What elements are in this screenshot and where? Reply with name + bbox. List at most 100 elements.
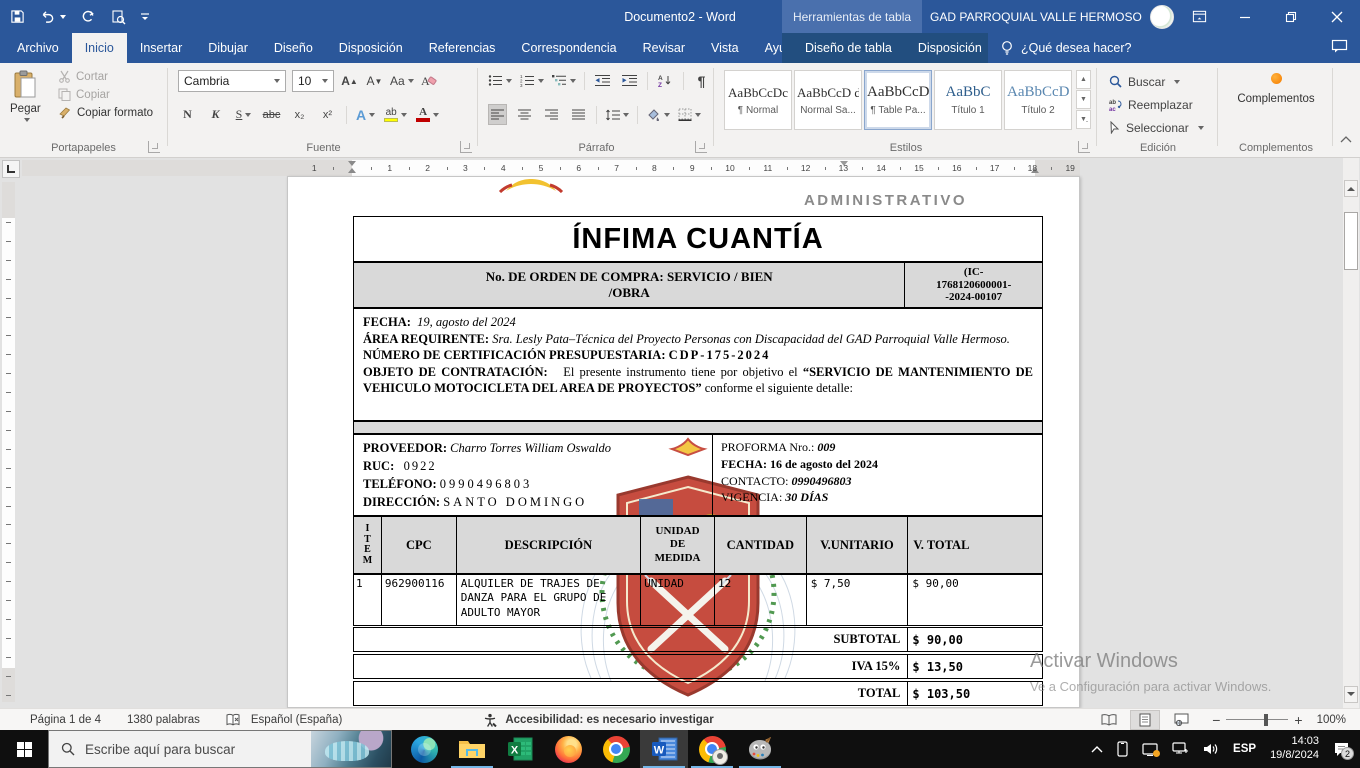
web-layout-button[interactable] xyxy=(1166,710,1196,730)
your-phone-icon[interactable] xyxy=(1117,741,1128,757)
save-icon[interactable] xyxy=(10,9,25,24)
taskbar-chrome-profile-icon[interactable] xyxy=(688,730,736,768)
notification-center-icon[interactable]: 2 xyxy=(1333,741,1350,757)
line-spacing-button[interactable] xyxy=(605,104,629,125)
volume-icon[interactable] xyxy=(1203,742,1219,756)
tell-me-box[interactable]: ¿Qué desea hacer? xyxy=(1000,33,1132,63)
horizontal-ruler[interactable]: 112345678910111213141516171819 xyxy=(22,160,1080,176)
print-preview-icon[interactable] xyxy=(110,9,126,25)
clipboard-dialog-launcher[interactable] xyxy=(148,141,160,153)
taskbar-explorer-icon[interactable] xyxy=(448,730,496,768)
taskbar-firefox-icon[interactable] xyxy=(544,730,592,768)
tab-dibujar[interactable]: Dibujar xyxy=(195,33,261,63)
paste-button[interactable]: Pegar xyxy=(10,70,41,122)
strikethrough-button[interactable]: abc xyxy=(262,104,281,125)
taskbar-word-icon[interactable]: W xyxy=(640,730,688,768)
word-count[interactable]: 1380 palabras xyxy=(127,714,200,726)
taskbar-chrome-icon[interactable] xyxy=(592,730,640,768)
accessibility-status[interactable]: Accesibilidad: es necesario investigar xyxy=(505,714,713,726)
start-button[interactable] xyxy=(0,730,48,768)
subscript-button[interactable]: x₂ xyxy=(290,104,309,125)
scroll-down-button[interactable] xyxy=(1344,686,1358,703)
style-normal-sa[interactable]: AaBbCcD dENormal Sa... xyxy=(794,70,862,130)
shading-button[interactable] xyxy=(646,104,670,125)
tab-revisar[interactable]: Revisar xyxy=(630,33,698,63)
find-button[interactable]: Buscar xyxy=(1109,71,1180,92)
tray-chevron-icon[interactable] xyxy=(1091,745,1103,753)
align-left-button[interactable] xyxy=(488,104,507,125)
vertical-ruler[interactable] xyxy=(2,182,15,702)
hanging-indent-marker[interactable] xyxy=(348,168,356,173)
increase-indent-icon[interactable] xyxy=(620,70,639,91)
tab-stop-selector[interactable] xyxy=(2,160,20,178)
shrink-font-button[interactable]: A▼ xyxy=(365,71,384,92)
select-button[interactable]: Seleccionar xyxy=(1109,117,1204,138)
read-mode-button[interactable] xyxy=(1094,710,1124,730)
borders-button[interactable] xyxy=(678,104,701,125)
taskbar-search-box[interactable]: Escribe aquí para buscar xyxy=(48,730,392,768)
cast-icon[interactable] xyxy=(1142,743,1158,756)
zoom-in-button[interactable]: + xyxy=(1294,712,1302,728)
justify-button[interactable] xyxy=(569,104,588,125)
qat-customize-icon[interactable] xyxy=(140,11,150,23)
taskbar-gimp-icon[interactable] xyxy=(736,730,784,768)
font-name-combobox[interactable]: Cambria xyxy=(178,70,286,92)
numbering-button[interactable]: 123 xyxy=(520,70,544,91)
language-indicator[interactable]: Español (España) xyxy=(251,714,342,726)
close-button[interactable] xyxy=(1314,0,1360,33)
zoom-slider-thumb[interactable] xyxy=(1264,714,1268,726)
styles-scroll-down[interactable]: ▼ xyxy=(1076,90,1091,109)
align-center-button[interactable] xyxy=(515,104,534,125)
account-area[interactable]: GAD PARROQUIAL VALLE HERMOSO xyxy=(930,0,1174,33)
bullets-button[interactable] xyxy=(488,70,512,91)
page-indicator[interactable]: Página 1 de 4 xyxy=(30,714,101,726)
tab-disposicion[interactable]: Disposición xyxy=(326,33,416,63)
proofing-icon[interactable] xyxy=(226,713,241,727)
copy-button[interactable]: Copiar xyxy=(58,88,153,101)
tab-vista[interactable]: Vista xyxy=(698,33,752,63)
correo-link[interactable]: velizjeniffer2300@gmail.com xyxy=(425,514,581,516)
redo-icon[interactable] xyxy=(80,9,96,24)
minimize-button[interactable] xyxy=(1222,0,1268,33)
bold-button[interactable]: N xyxy=(178,104,197,125)
change-case-button[interactable]: Aa xyxy=(390,71,414,92)
cut-button[interactable]: Cortar xyxy=(58,70,153,83)
scrollbar-thumb[interactable] xyxy=(1344,212,1358,270)
styles-scroll-up[interactable]: ▲ xyxy=(1076,70,1091,89)
document-page[interactable]: ADMINISTRATIVO xyxy=(287,176,1080,708)
style-table-paragraph[interactable]: AaBbCcD¶ Table Pa... xyxy=(864,70,932,130)
vertical-scrollbar[interactable] xyxy=(1343,158,1359,708)
collapse-ribbon-icon[interactable] xyxy=(1340,135,1352,143)
print-layout-button[interactable] xyxy=(1130,710,1160,730)
taskbar-excel-icon[interactable]: X xyxy=(496,730,544,768)
italic-button[interactable]: K xyxy=(206,104,225,125)
style-titulo-2[interactable]: AaBbCcDTítulo 2 xyxy=(1004,70,1072,130)
paragraph-dialog-launcher[interactable] xyxy=(695,141,707,153)
tab-diseno-de-tabla[interactable]: Diseño de tabla xyxy=(792,33,905,63)
clear-formatting-button[interactable]: A xyxy=(420,71,439,92)
format-painter-button[interactable]: Copiar formato xyxy=(58,106,153,119)
taskbar-edge-icon[interactable] xyxy=(400,730,448,768)
decrease-indent-icon[interactable] xyxy=(593,70,612,91)
align-right-button[interactable] xyxy=(542,104,561,125)
tab-disposicion-tabla[interactable]: Disposición xyxy=(905,33,995,63)
replace-button[interactable]: abac Reemplazar xyxy=(1109,94,1193,115)
tab-referencias[interactable]: Referencias xyxy=(416,33,509,63)
first-line-indent-marker[interactable] xyxy=(348,161,356,166)
highlight-button[interactable]: ab xyxy=(384,104,407,125)
font-color-button[interactable]: A xyxy=(416,104,439,125)
feedback-icon[interactable] xyxy=(1331,38,1348,54)
scroll-up-button[interactable] xyxy=(1344,180,1358,197)
styles-dialog-launcher[interactable] xyxy=(1078,141,1090,153)
clock[interactable]: 14:03 19/8/2024 xyxy=(1270,735,1319,763)
keyboard-language[interactable]: ESP xyxy=(1233,743,1256,755)
text-effects-button[interactable]: A xyxy=(356,104,375,125)
sort-button[interactable]: AZ xyxy=(656,70,675,91)
zoom-out-button[interactable]: − xyxy=(1212,712,1220,728)
ribbon-display-options-icon[interactable] xyxy=(1176,0,1222,33)
tab-correspondencia[interactable]: Correspondencia xyxy=(508,33,629,63)
paragraph-marks-icon[interactable]: ¶ xyxy=(692,70,711,91)
font-dialog-launcher[interactable] xyxy=(460,141,472,153)
tab-diseno[interactable]: Diseño xyxy=(261,33,326,63)
network-icon[interactable] xyxy=(1172,742,1189,756)
